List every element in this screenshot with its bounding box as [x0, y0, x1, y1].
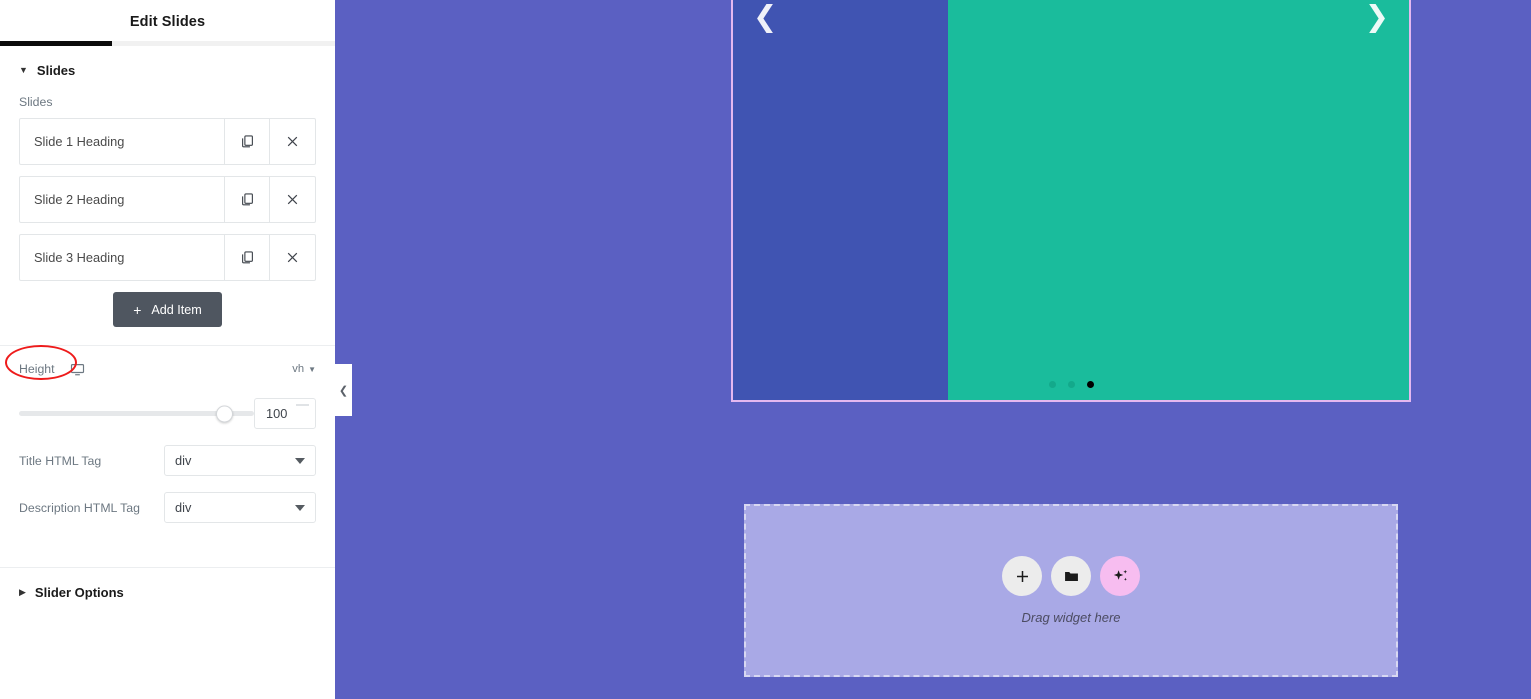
- list-item[interactable]: Slide 1 Heading: [19, 118, 316, 165]
- slide-panel-current: [948, 0, 1409, 400]
- height-unit-switcher[interactable]: vh ▼: [292, 363, 316, 375]
- number-stepper-icon[interactable]: [296, 404, 309, 406]
- section-slider-options-title: Slider Options: [34, 585, 124, 600]
- slider-dot-active[interactable]: [1086, 381, 1094, 388]
- slider-next-arrow-icon[interactable]: ❯: [1365, 2, 1389, 31]
- desktop-icon[interactable]: [70, 362, 85, 377]
- editor-root: Edit Slides ▼ Slides Slides Slide 1 Head…: [0, 0, 1531, 699]
- panel-body: ▼ Slides Slides Slide 1 Heading Slide 2 …: [0, 46, 335, 699]
- slides-repeater-control: Slides Slide 1 Heading Slide 2 Heading S…: [0, 95, 335, 327]
- copy-icon[interactable]: [225, 119, 270, 164]
- editor-settings-panel: Edit Slides ▼ Slides Slides Slide 1 Head…: [0, 0, 335, 699]
- slider-prev-arrow-icon[interactable]: ❮: [753, 2, 777, 31]
- list-item[interactable]: Slide 3 Heading: [19, 234, 316, 281]
- plus-icon: +: [133, 301, 142, 318]
- add-item-wrapper: + Add Item: [19, 292, 316, 327]
- slider-dot[interactable]: [1067, 381, 1075, 388]
- close-icon[interactable]: [270, 235, 315, 280]
- slider-pagination-dots: [733, 381, 1409, 388]
- description-html-tag-label: Description HTML Tag: [19, 500, 140, 515]
- preview-canvas: ❮ ❯ Drag widget here: [335, 0, 1531, 699]
- slide-item-title[interactable]: Slide 1 Heading: [20, 119, 225, 164]
- slide-item-title[interactable]: Slide 3 Heading: [20, 235, 225, 280]
- height-slider-handle[interactable]: [216, 405, 233, 422]
- slide-panel-previous: [733, 0, 948, 400]
- chevron-down-icon: ▼: [308, 364, 316, 374]
- widget-drop-zone[interactable]: Drag widget here: [744, 504, 1398, 677]
- ai-sparkle-icon[interactable]: [1100, 556, 1140, 596]
- close-icon[interactable]: [270, 177, 315, 222]
- panel-header: Edit Slides: [0, 0, 335, 44]
- height-number-input[interactable]: 100: [254, 398, 316, 429]
- dropzone-buttons: [1002, 556, 1140, 596]
- close-icon[interactable]: [270, 119, 315, 164]
- section-slider-options-header[interactable]: ▶ Slider Options: [0, 568, 335, 617]
- list-item[interactable]: Slide 2 Heading: [19, 176, 316, 223]
- section-slides-title: Slides: [36, 63, 76, 78]
- folder-icon[interactable]: [1051, 556, 1091, 596]
- copy-icon[interactable]: [225, 235, 270, 280]
- height-value: 100: [266, 406, 288, 421]
- dropzone-label: Drag widget here: [1021, 610, 1121, 625]
- height-control-header: Height vh ▼: [5, 345, 316, 384]
- chevron-down-icon: [295, 457, 305, 464]
- height-slider-row: 100: [19, 398, 316, 429]
- height-label: Height: [19, 362, 55, 376]
- plus-icon[interactable]: [1002, 556, 1042, 596]
- title-html-tag-label: Title HTML Tag: [19, 453, 102, 468]
- page-title: Edit Slides: [129, 14, 206, 30]
- add-item-label: Add Item: [151, 302, 202, 317]
- slide-item-title[interactable]: Slide 2 Heading: [20, 177, 225, 222]
- caret-down-icon: ▼: [19, 65, 28, 75]
- title-html-tag-select[interactable]: div: [164, 445, 316, 476]
- add-item-button[interactable]: + Add Item: [113, 292, 222, 327]
- chevron-down-icon: [295, 504, 305, 511]
- copy-icon[interactable]: [225, 177, 270, 222]
- section-slides-header[interactable]: ▼ Slides: [0, 46, 335, 95]
- title-html-tag-row: Title HTML Tag div: [19, 445, 316, 476]
- title-html-tag-value: div: [175, 453, 192, 468]
- height-unit-value: vh: [292, 363, 305, 375]
- caret-right-icon: ▶: [19, 587, 26, 597]
- slider-widget-preview[interactable]: ❮ ❯: [731, 0, 1411, 402]
- slider-dot[interactable]: [1048, 381, 1056, 388]
- description-html-tag-select[interactable]: div: [164, 492, 316, 523]
- slides-field-label: Slides: [19, 95, 53, 109]
- height-slider[interactable]: [19, 405, 254, 423]
- description-html-tag-value: div: [175, 500, 192, 515]
- description-html-tag-row: Description HTML Tag div: [19, 492, 316, 523]
- height-control: Height vh ▼ 100 Title HTML Tag div Descr…: [0, 345, 335, 523]
